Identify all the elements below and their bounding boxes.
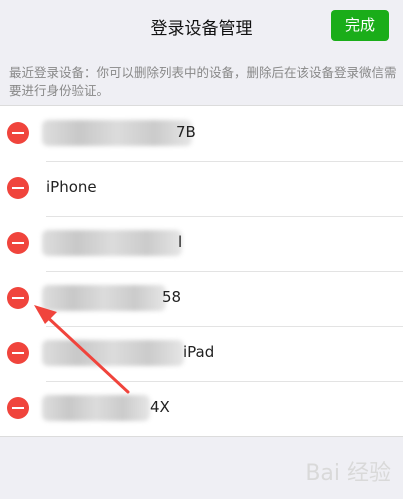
red-arrow-annotation xyxy=(34,305,130,394)
watermark: Bai 经验 xyxy=(305,461,391,486)
arrow-shaft xyxy=(42,312,130,394)
